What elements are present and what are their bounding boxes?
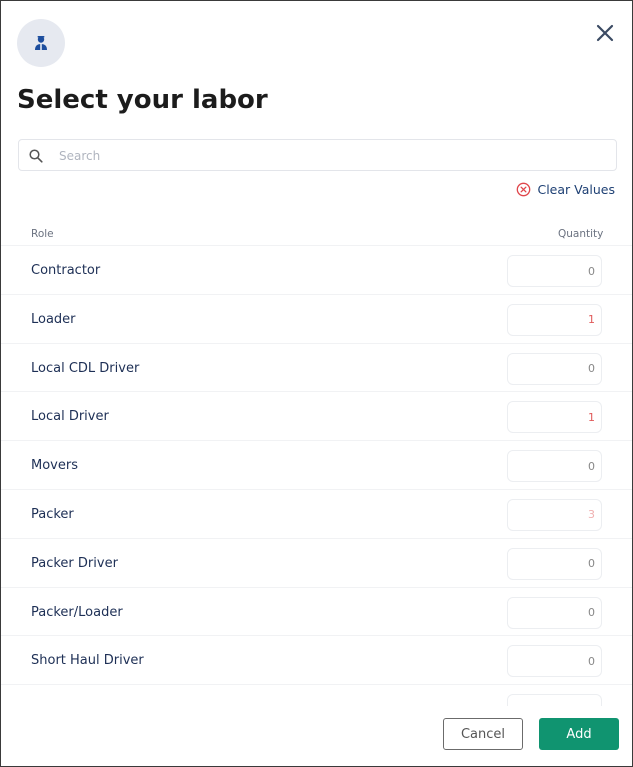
select-labor-modal: Select your labor Clear Values Role Quan… [0, 0, 633, 767]
quantity-input[interactable] [507, 596, 602, 629]
page-title: Select your labor [17, 85, 268, 115]
quantity-input[interactable] [507, 255, 602, 287]
role-label: Packer Driver [31, 555, 118, 571]
table-row: Packer/Loader [1, 586, 632, 636]
quantity-input[interactable] [507, 645, 602, 678]
table-row: Movers [1, 440, 632, 489]
worker-icon [35, 36, 47, 50]
labor-list: Contractor Loader Local CDL Driver Local Dr… [1, 245, 632, 733]
column-header-quantity: Quantity [558, 228, 604, 240]
role-label: Movers [31, 458, 78, 474]
close-icon[interactable] [593, 21, 617, 45]
role-label: Contractor [31, 263, 101, 278]
search-icon [29, 149, 43, 163]
role-label: Packer [31, 506, 74, 522]
role-label: Loader [31, 311, 76, 327]
table-row: Contractor [1, 245, 632, 294]
quantity-input[interactable] [507, 450, 602, 483]
table-row: Loader [1, 293, 632, 343]
cancel-button[interactable]: Cancel [443, 718, 523, 750]
column-header-role: Role [31, 228, 54, 240]
quantity-input[interactable] [507, 303, 602, 336]
quantity-input[interactable] [507, 352, 602, 385]
quantity-input[interactable] [507, 547, 602, 580]
modal-footer: Cancel Add [1, 706, 632, 766]
search-field [18, 139, 617, 172]
circle-x-icon [517, 182, 531, 197]
role-label: Local CDL Driver [31, 360, 140, 376]
add-button[interactable]: Add [539, 718, 619, 750]
labor-avatar [17, 19, 65, 67]
table-row: Short Haul Driver [1, 635, 632, 684]
search-input[interactable] [57, 140, 601, 172]
role-label: Local Driver [31, 409, 109, 425]
role-label: Packer/Loader [31, 604, 123, 620]
clear-values-label: Clear Values [537, 182, 615, 197]
table-row: Local Driver [1, 391, 632, 440]
clear-values-button[interactable]: Clear Values [516, 182, 615, 197]
table-row: Local CDL Driver [1, 342, 632, 392]
table-row: Packer Driver [1, 537, 632, 587]
quantity-input[interactable] [507, 498, 602, 531]
role-label: Short Haul Driver [31, 653, 144, 669]
quantity-input[interactable] [507, 401, 602, 434]
table-row: Packer [1, 488, 632, 538]
